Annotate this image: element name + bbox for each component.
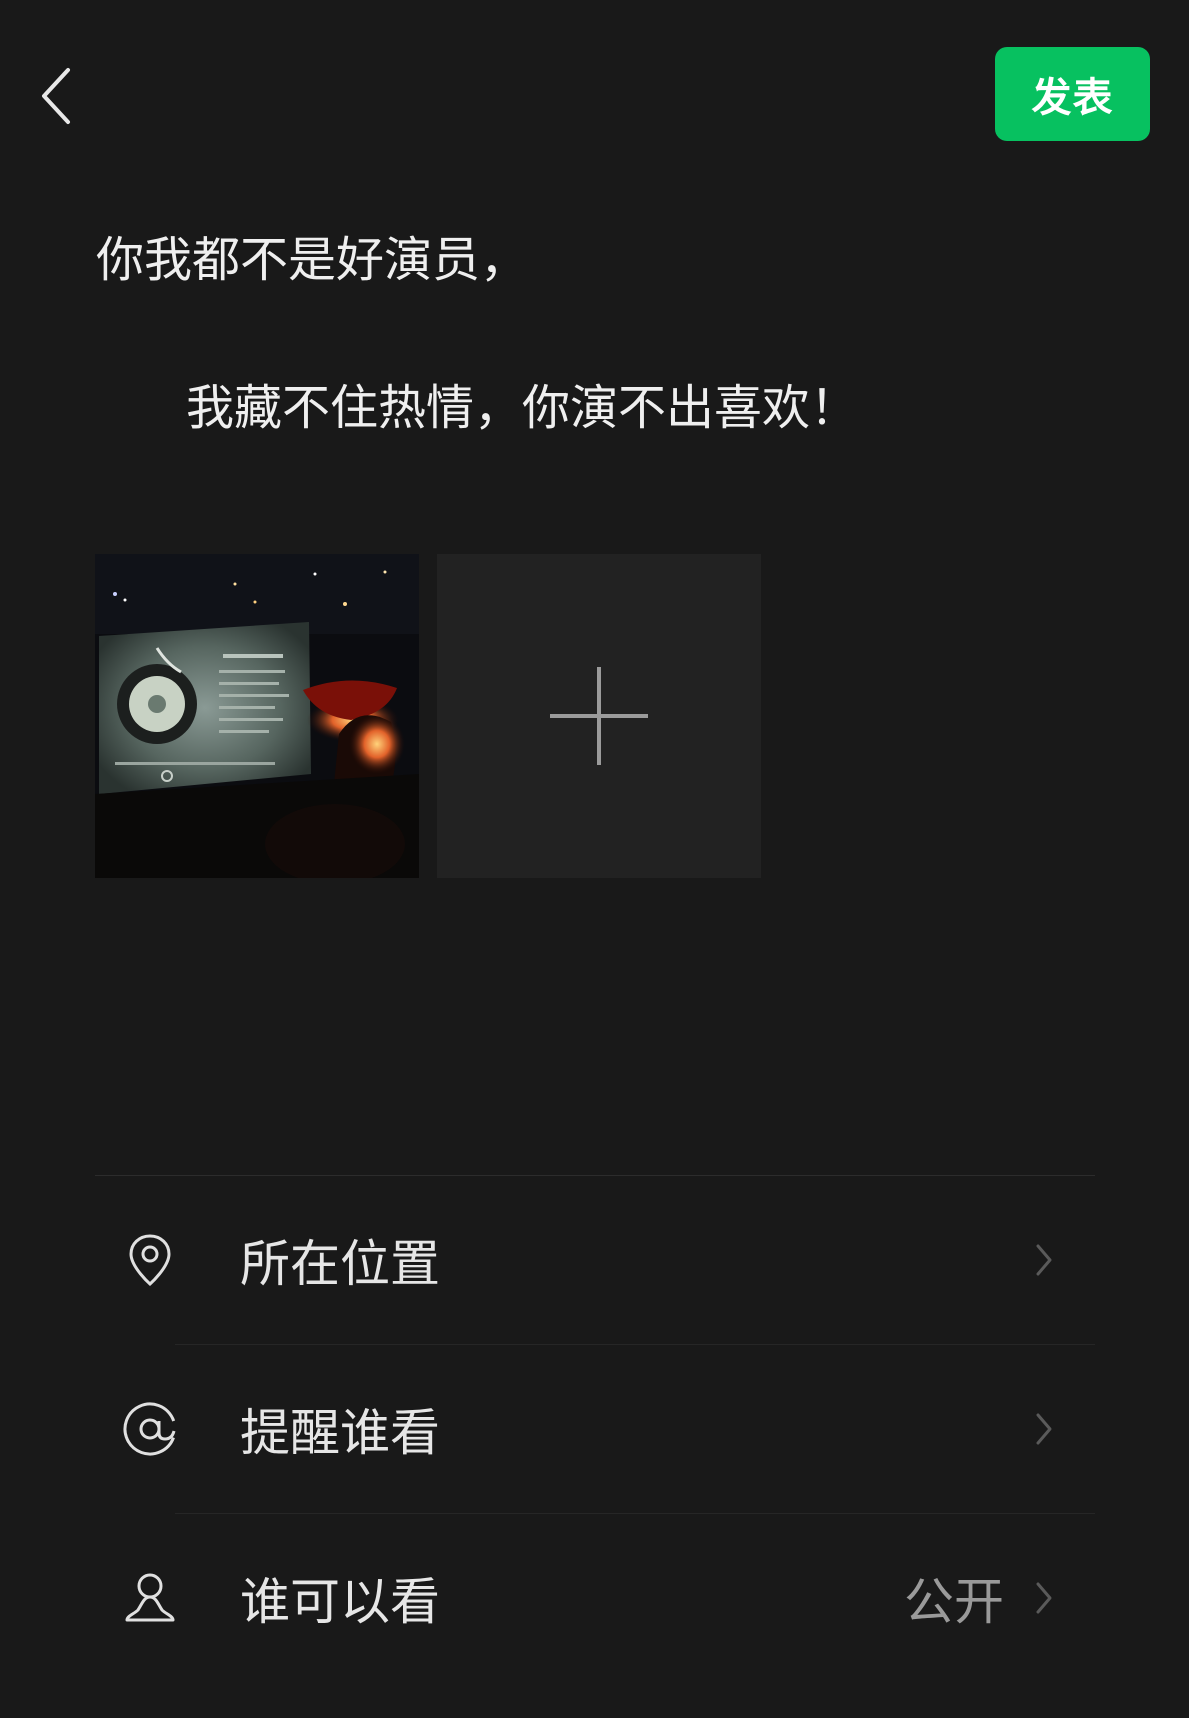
at-icon — [123, 1402, 177, 1456]
remind-label: 提醒谁看 — [240, 1404, 440, 1462]
chevron-right-icon — [1036, 1582, 1052, 1614]
chevron-right-icon — [1036, 1244, 1052, 1276]
location-row[interactable]: 所在位置 — [95, 1176, 1095, 1344]
photo-image — [95, 554, 419, 878]
visibility-row[interactable]: 谁可以看 公开 — [95, 1514, 1095, 1682]
top-bar: 发表 — [0, 0, 1189, 190]
back-button[interactable] — [32, 60, 88, 132]
publish-button[interactable]: 发表 — [995, 47, 1150, 141]
post-text-line-2: 我藏不住热情，你演不出喜欢！ — [186, 380, 859, 436]
chevron-left-icon — [42, 68, 70, 124]
chevron-right-icon — [1036, 1413, 1052, 1445]
photo-thumbnail[interactable] — [95, 554, 419, 878]
person-icon — [125, 1573, 175, 1622]
visibility-label: 谁可以看 — [240, 1573, 440, 1631]
visibility-value: 公开 — [904, 1573, 1004, 1631]
location-pin-icon — [129, 1234, 171, 1287]
location-label: 所在位置 — [240, 1235, 440, 1293]
plus-icon — [550, 667, 648, 765]
add-photo-button[interactable] — [437, 554, 761, 878]
post-text-line-1: 你我都不是好演员， — [96, 232, 529, 288]
remind-row[interactable]: 提醒谁看 — [95, 1345, 1095, 1513]
